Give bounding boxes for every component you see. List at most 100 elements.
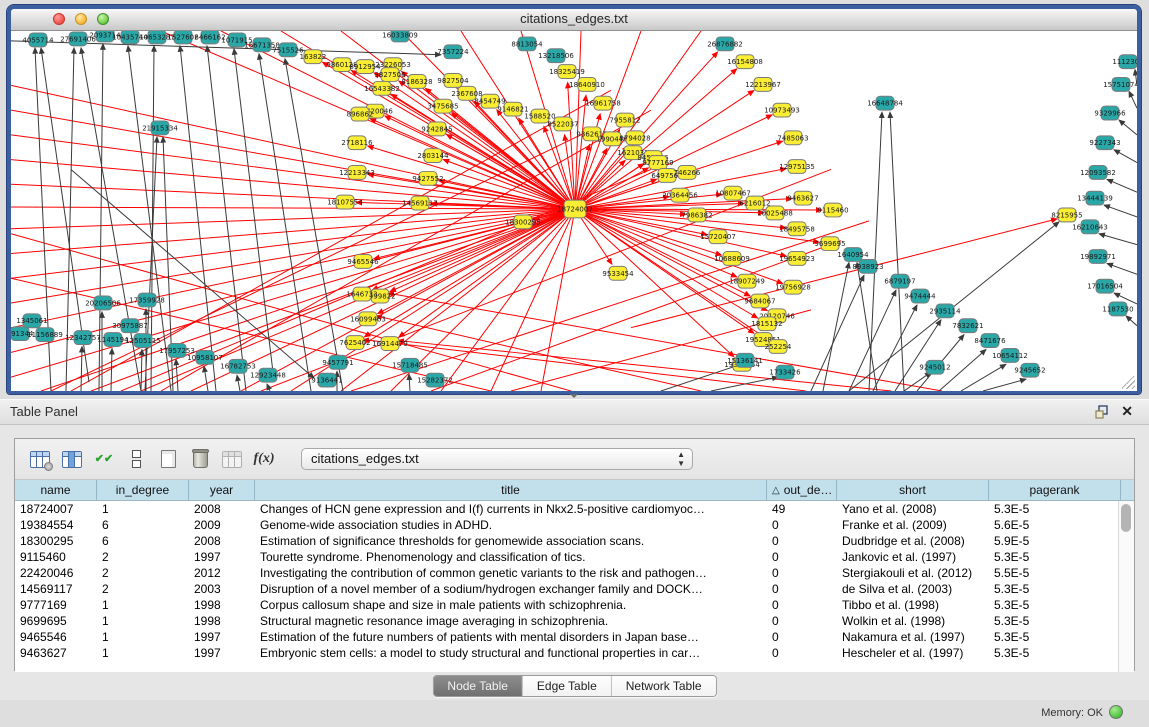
memory-status-label: Memory: OK [1041,707,1103,719]
table-cell: Wolkin et al. (1998) [837,613,989,629]
node-label: 18724007 [557,206,593,214]
table-row[interactable]: 969969511998Structural magnetic resonanc… [15,613,1134,629]
node-label: 9465546 [347,258,378,266]
node-label: 9457791 [322,359,353,367]
table-cell: 5.3E-5 [989,549,1121,565]
node-label: 8522037 [547,120,578,128]
table-row[interactable]: 2242004622012Investigating the contribut… [15,565,1134,581]
table-cell: 5.5E-5 [989,565,1121,581]
window-titlebar[interactable]: citations_edges.txt [11,9,1137,31]
node-label: 9427552 [412,175,443,183]
table-cell: 0 [767,597,837,613]
node-label: 8215955 [1051,211,1082,219]
select-columns-icon[interactable]: ✔✔ [91,447,117,471]
table-row[interactable]: 1456911722003Disruption of a novel membe… [15,581,1134,597]
table-selector-dropdown[interactable]: citations_edges.txt ▲▼ [301,448,693,470]
table-body: 1872400712008Changes of HCN gene express… [15,501,1134,661]
table-cell: 5.3E-5 [989,597,1121,613]
table-cell: 49 [767,501,837,517]
table-row[interactable]: 977716911998Corpus callosum shape and si… [15,597,1134,613]
table-cell: 1997 [189,645,255,661]
node-label: 16914479 [372,340,408,348]
table-cell: 9463627 [15,645,97,661]
show-columns-icon[interactable] [59,447,85,471]
table-cell: 1 [97,613,189,629]
node-label: 9827504 [437,77,469,85]
table-row[interactable]: 946362711997Embryonic stem cells: a mode… [15,645,1134,661]
column-header-pagerank[interactable]: pagerank [989,480,1121,500]
node-label: 15751074 [1103,81,1137,89]
table-cell: 2 [97,581,189,597]
node-label: 1640954 [837,251,869,259]
node-label: 12505115 [125,337,161,345]
node-label: 8813054 [511,40,543,48]
node-label: 7625402 [339,339,370,347]
column-header-title[interactable]: title [255,480,767,500]
table-cell: 9115460 [15,549,97,565]
network-canvas[interactable]: 1638229860128891295423226053982750616543… [11,31,1137,391]
node-label: 16782753 [220,363,256,371]
memory-status-indicator[interactable] [1109,705,1123,719]
close-panel-icon[interactable]: ✕ [1121,403,1133,419]
node-label: 10958107 [187,354,223,362]
node-label: 18640910 [569,81,605,89]
tab-edge-table[interactable]: Edge Table [523,676,612,696]
node-label: 9115460 [817,207,848,215]
row-height-icon[interactable] [123,447,149,471]
resize-grip-icon[interactable] [1122,376,1135,389]
create-table-icon[interactable] [155,447,181,471]
vertical-scrollbar[interactable] [1118,501,1134,672]
table-row[interactable]: 1938455462009Genome-wide association stu… [15,517,1134,533]
table-row[interactable]: 1872400712008Changes of HCN gene express… [15,501,1134,517]
table-settings-icon[interactable] [27,447,53,471]
table-cell: Franke et al. (2009) [837,517,989,533]
node-label: 7357224 [437,48,469,56]
table-cell: 1998 [189,613,255,629]
network-graph[interactable]: 1638229860128891295423226053982750616543… [11,31,1137,391]
table-cell: 0 [767,549,837,565]
node-label: 17359928 [129,297,165,305]
column-header-name[interactable]: name [15,480,97,500]
node-label: 16099463 [350,315,386,323]
table-cell: Estimation of the future numbers of pati… [255,629,767,645]
table-cell: Structural magnetic resonance image aver… [255,613,767,629]
scrollbar-thumb[interactable] [1121,504,1131,532]
node-label: 21915334 [142,124,178,132]
column-header-out_de[interactable]: △out_de… [767,480,837,500]
table-cell: 2 [97,549,189,565]
node-label: 16210643 [1072,223,1108,231]
table-toolbar: ✔✔ f(x) citations_edges.txt ▲▼ [15,439,1134,480]
node-label: 15718485 [392,362,428,370]
node-label: 2367608 [451,90,482,98]
tab-network-table[interactable]: Network Table [612,676,716,696]
table-row[interactable]: 946554611997Estimation of the future num… [15,629,1134,645]
table-cell: 2009 [189,517,255,533]
node-label: 7485063 [777,134,808,142]
table-cell: Stergiakouli et al. (2012) [837,565,989,581]
table-cell: 1 [97,645,189,661]
node-label: 9242845 [421,125,452,133]
table-cell: Corpus callosum shape and size in male p… [255,597,767,613]
float-panel-icon[interactable] [1095,405,1109,419]
table-row[interactable]: 1830029562008Estimation of significance … [15,533,1134,549]
table-cell: 5.3E-5 [989,501,1121,517]
node-label: 18107554 [327,199,363,207]
table-row[interactable]: 911546021997Tourette syndrome. Phenomeno… [15,549,1134,565]
table-cell: 1998 [189,597,255,613]
node-label: 16033809 [382,31,418,39]
node-label: 16543382 [364,85,400,93]
tab-node-table[interactable]: Node Table [433,676,523,696]
column-header-in_degree[interactable]: in_degree [97,480,189,500]
node-label: 12093582 [1080,169,1116,177]
delete-rows-icon[interactable] [187,447,213,471]
table-panel-body: ✔✔ f(x) citations_edges.txt ▲▼ namein_de… [14,438,1135,671]
node-label: 9684067 [744,298,775,306]
column-header-year[interactable]: year [189,480,255,500]
node-label: 8471676 [974,337,1005,345]
table-cell: 2008 [189,501,255,517]
function-builder-icon[interactable]: f(x) [251,447,277,471]
table-cell: 1 [97,629,189,645]
node-label: 1112304 [1112,58,1137,66]
column-header-short[interactable]: short [837,480,989,500]
table-cell: 9465546 [15,629,97,645]
